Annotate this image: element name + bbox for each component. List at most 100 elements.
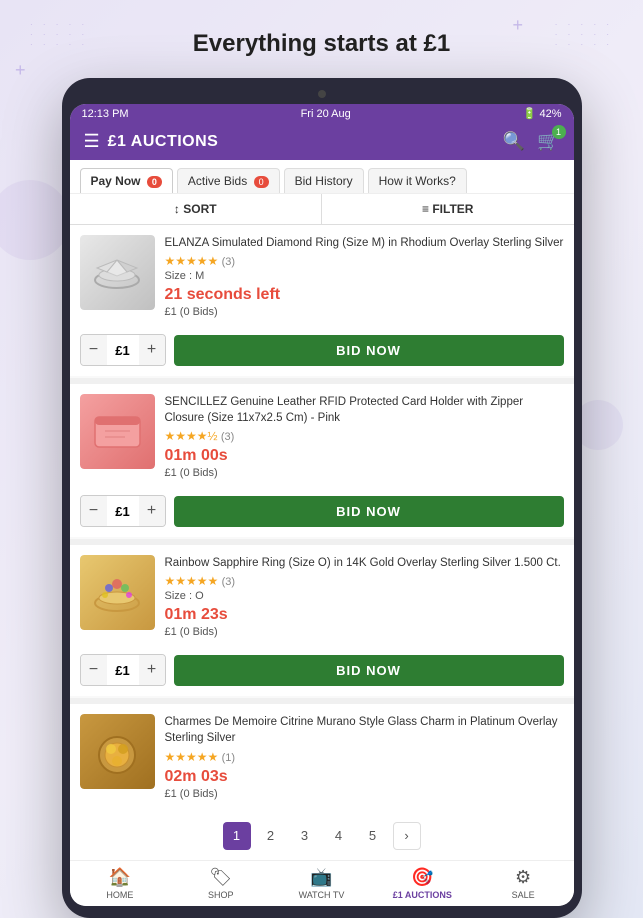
product-item-3: Rainbow Sapphire Ring (Size O) in 14K Go… (70, 545, 574, 696)
bg-plus-1: + (512, 15, 523, 36)
auctions-icon: 🎯 (411, 867, 433, 888)
product-stars-2: ★★★★½ (3) (165, 429, 564, 443)
nav-auctions[interactable]: 🎯 £1 AUCTIONS (372, 861, 473, 906)
tab-how-it-works[interactable]: How it Works? (368, 168, 467, 193)
review-count-4: (1) (222, 752, 235, 764)
product-title-2: SENCILLEZ Genuine Leather RFID Protected… (165, 394, 564, 426)
bid-now-button-2[interactable]: BID NOW (174, 496, 564, 527)
header-left: ☰ £1 AUCTIONS (84, 131, 219, 152)
bid-row-3: − £1 + BID NOW (70, 648, 574, 696)
product-list: ELANZA Simulated Diamond Ring (Size M) i… (70, 225, 574, 810)
filter-button[interactable]: ≡ FILTER (322, 194, 574, 224)
product-img-1 (80, 235, 155, 310)
product-info-4: Charmes De Memoire Citrine Murano Style … (165, 714, 564, 799)
bg-circle-1 (0, 180, 70, 260)
search-icon[interactable]: 🔍 (503, 131, 525, 152)
qty-increase-1[interactable]: + (139, 335, 165, 365)
nav-home[interactable]: 🏠 HOME (70, 861, 171, 906)
qty-control-3: − £1 + (80, 654, 166, 686)
timer-seconds-3: 23s (201, 606, 228, 623)
bid-row-1: − £1 + BID NOW (70, 328, 574, 376)
page-heading: Everything starts at £1 (193, 30, 450, 58)
bg-plus-2: + (15, 60, 26, 81)
product-img-3 (80, 555, 155, 630)
cart-badge: 1 (552, 125, 566, 139)
qty-control-1: − £1 + (80, 334, 166, 366)
nav-shop[interactable]: 🏷 SHOP (170, 861, 271, 906)
tab-how-it-works-label: How it Works? (379, 174, 456, 188)
sort-button[interactable]: ↕ SORT (70, 194, 323, 224)
nav-shop-label: SHOP (208, 890, 234, 900)
status-time: 12:13 PM (82, 108, 129, 120)
bg-dots-2: · · · · ·· · · · ·· · · · · (555, 20, 613, 50)
product-main-2: SENCILLEZ Genuine Leather RFID Protected… (70, 384, 574, 489)
tab-pay-now-label: Pay Now (91, 174, 141, 188)
product-size-1: Size : M (165, 270, 564, 282)
cart-wrapper[interactable]: 🛒 1 (537, 131, 559, 152)
qty-decrease-2[interactable]: − (81, 496, 107, 526)
header-icons: 🔍 🛒 1 (503, 131, 560, 152)
bid-now-button-3[interactable]: BID NOW (174, 655, 564, 686)
product-price-3: £1 (0 Bids) (165, 626, 564, 638)
tab-pay-now-badge: 0 (147, 176, 162, 188)
qty-decrease-1[interactable]: − (81, 335, 107, 365)
product-timer-4: 02m 03s (165, 768, 564, 786)
qty-increase-2[interactable]: + (139, 496, 165, 526)
product-item-4: Charmes De Memoire Citrine Murano Style … (70, 704, 574, 809)
pagination-bar: 1 2 3 4 5 › (70, 812, 574, 860)
sort-filter-bar: ↕ SORT ≡ FILTER (70, 194, 574, 225)
bid-row-2: − £1 + BID NOW (70, 489, 574, 537)
product-title-4: Charmes De Memoire Citrine Murano Style … (165, 714, 564, 746)
wallet-image (80, 394, 155, 469)
app-header: ☰ £1 AUCTIONS 🔍 🛒 1 (70, 123, 574, 160)
nav-sale[interactable]: ⚙ SALE (473, 861, 574, 906)
qty-value-1: £1 (107, 343, 139, 358)
qty-decrease-3[interactable]: − (81, 655, 107, 685)
tab-bid-history[interactable]: Bid History (284, 168, 364, 193)
page-3[interactable]: 3 (291, 822, 319, 850)
product-item-1: ELANZA Simulated Diamond Ring (Size M) i… (70, 225, 574, 376)
tab-active-bids[interactable]: Active Bids 0 (177, 168, 280, 193)
page-4[interactable]: 4 (325, 822, 353, 850)
page-1[interactable]: 1 (223, 822, 251, 850)
product-stars-4: ★★★★★ (1) (165, 750, 564, 764)
diamond-ring-image (80, 235, 155, 310)
status-date: Fri 20 Aug (301, 108, 351, 120)
page-next-chevron[interactable]: › (393, 822, 421, 850)
nav-watch-tv[interactable]: 📺 WATCH TV (271, 861, 372, 906)
bid-now-button-1[interactable]: BID NOW (174, 335, 564, 366)
page-2[interactable]: 2 (257, 822, 285, 850)
qty-control-2: − £1 + (80, 495, 166, 527)
product-main-3: Rainbow Sapphire Ring (Size O) in 14K Go… (70, 545, 574, 648)
battery-icon: 🔋 (523, 108, 537, 120)
product-title-1: ELANZA Simulated Diamond Ring (Size M) i… (165, 235, 564, 251)
review-count-1: (3) (222, 256, 235, 268)
product-timer-2: 01m 00s (165, 447, 564, 465)
tab-pay-now[interactable]: Pay Now 0 (80, 168, 173, 193)
qty-increase-3[interactable]: + (139, 655, 165, 685)
nav-sale-label: SALE (512, 890, 535, 900)
product-price-2: £1 (0 Bids) (165, 467, 564, 479)
qty-value-2: £1 (107, 504, 139, 519)
nav-auctions-label: £1 AUCTIONS (393, 890, 452, 900)
product-info-3: Rainbow Sapphire Ring (Size O) in 14K Go… (165, 555, 564, 638)
citrine-charm-image (80, 714, 155, 789)
timer-seconds-2: 00s (201, 447, 228, 464)
product-title-3: Rainbow Sapphire Ring (Size O) in 14K Go… (165, 555, 564, 571)
shop-icon: 🏷 (209, 867, 232, 888)
product-main-1: ELANZA Simulated Diamond Ring (Size M) i… (70, 225, 574, 328)
product-info-2: SENCILLEZ Genuine Leather RFID Protected… (165, 394, 564, 479)
bottom-nav: 🏠 HOME 🏷 SHOP 📺 WATCH TV 🎯 £1 AUCTIONS ⚙… (70, 860, 574, 906)
tab-bid-history-label: Bid History (295, 174, 353, 188)
sale-icon: ⚙ (515, 867, 531, 888)
product-timer-3: 01m 23s (165, 606, 564, 624)
tv-icon: 📺 (310, 867, 332, 888)
page-5[interactable]: 5 (359, 822, 387, 850)
timer-value-3: 01m (165, 606, 201, 623)
review-count-3: (3) (222, 576, 235, 588)
header-title: £1 AUCTIONS (108, 133, 219, 151)
product-timer-1: 21 seconds left (165, 286, 564, 304)
tabs-bar: Pay Now 0 Active Bids 0 Bid History How … (70, 160, 574, 194)
product-stars-3: ★★★★★ (3) (165, 574, 564, 588)
hamburger-icon[interactable]: ☰ (84, 131, 100, 152)
